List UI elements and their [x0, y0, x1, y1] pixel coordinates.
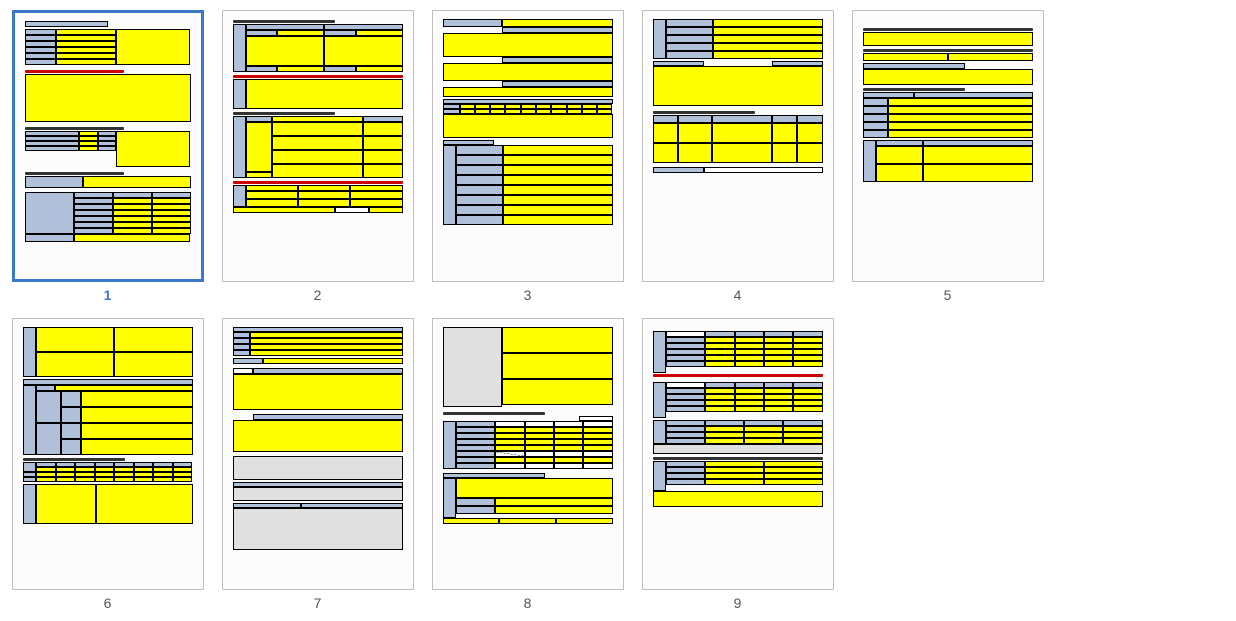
page-thumbnail-3[interactable]: [432, 10, 624, 282]
thumbnails-grid: 1: [10, 10, 1226, 611]
page-thumbnail-1[interactable]: [12, 10, 204, 282]
page-thumbnail-5[interactable]: [852, 10, 1044, 282]
thumbnail-wrapper: 4: [640, 10, 835, 303]
page-number: 3: [524, 287, 532, 303]
page-thumbnail-6[interactable]: [12, 318, 204, 590]
page-thumbnail-7[interactable]: [222, 318, 414, 590]
thumbnail-wrapper: 2: [220, 10, 415, 303]
page-thumbnail-8[interactable]: [432, 318, 624, 590]
page-thumbnail-2[interactable]: [222, 10, 414, 282]
page-thumbnail-9[interactable]: [642, 318, 834, 590]
thumbnail-wrapper: 6: [10, 318, 205, 611]
page-number: 8: [524, 595, 532, 611]
page-number: 6: [104, 595, 112, 611]
thumbnail-wrapper: 1: [10, 10, 205, 303]
page-number: 5: [944, 287, 952, 303]
page-number: 1: [104, 287, 112, 303]
thumbnail-wrapper: 9: [640, 318, 835, 611]
thumbnail-wrapper: 3: [430, 10, 625, 303]
thumbnail-wrapper: 7: [220, 318, 415, 611]
page-number: 2: [314, 287, 322, 303]
thumbnail-wrapper: 5: [850, 10, 1045, 303]
page-number: 9: [734, 595, 742, 611]
page-number: 7: [314, 595, 322, 611]
thumbnail-wrapper: 8: [430, 318, 625, 611]
page-number: 4: [734, 287, 742, 303]
page-thumbnail-4[interactable]: [642, 10, 834, 282]
